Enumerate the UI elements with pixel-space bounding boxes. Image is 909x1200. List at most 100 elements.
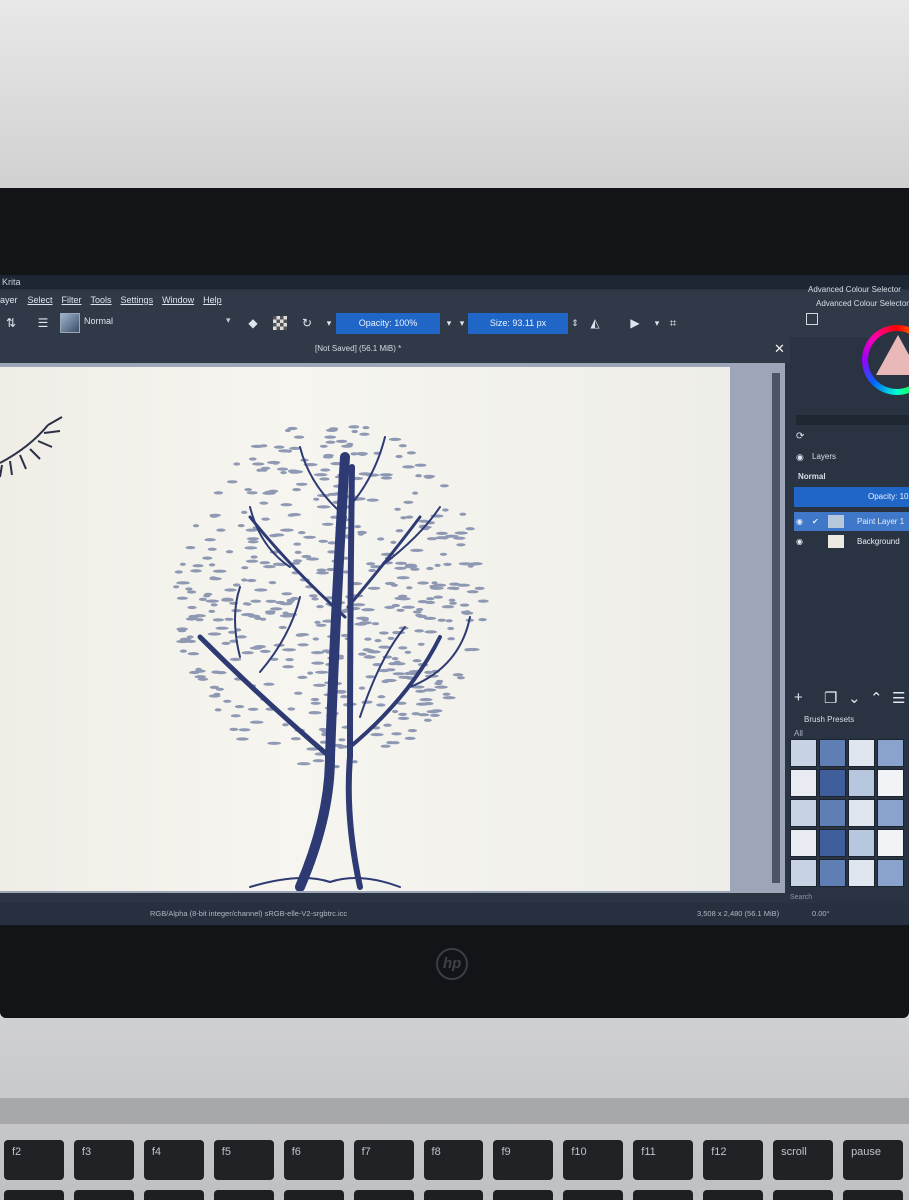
brush-preset-tile[interactable] <box>819 799 846 827</box>
mirror-vertical-icon[interactable]: ▶ <box>628 316 642 330</box>
close-document-icon[interactable]: ✕ <box>774 341 785 357</box>
swap-colors-icon[interactable]: ⇅ <box>4 316 18 330</box>
colour-triangle[interactable] <box>876 335 909 375</box>
layers-opacity-slider[interactable]: Opacity: 10 <box>794 487 909 507</box>
brush-preset-tile[interactable] <box>877 739 904 767</box>
reload-preset-icon[interactable]: ↻ <box>300 316 314 330</box>
brush-preset-tile[interactable] <box>819 829 846 857</box>
workspace-chevron-icon[interactable]: ▾ <box>322 316 336 330</box>
blend-mode-select[interactable]: Normal <box>84 316 113 326</box>
key-f5[interactable]: f5 <box>213 1140 274 1180</box>
add-layer-icon[interactable]: + <box>794 689 803 706</box>
layer-name: Background <box>857 537 900 546</box>
key-f11[interactable]: f11 <box>633 1140 694 1180</box>
foliage-stroke <box>478 618 487 622</box>
brush-preset-tile[interactable] <box>877 769 904 797</box>
refresh-icon[interactable]: ⟳ <box>796 431 804 442</box>
brush-preset-tile[interactable] <box>877 829 904 857</box>
brush-preset-tile[interactable] <box>819 739 846 767</box>
lower-key[interactable] <box>423 1190 484 1200</box>
size-slider[interactable]: Size: 93.11 px <box>468 313 568 334</box>
rotation-readout[interactable]: 0.00° <box>812 903 830 925</box>
brush-preset-tile[interactable] <box>790 739 817 767</box>
wrap-around-icon[interactable]: ⌗ <box>666 316 680 330</box>
size-stepper-icon[interactable]: ⇕ <box>568 316 582 330</box>
brush-preset-tile[interactable] <box>790 799 817 827</box>
brush-filter-tag[interactable]: All <box>794 729 803 738</box>
blend-mode-chevron-icon[interactable]: ▾ <box>226 315 231 326</box>
brush-preset-tile[interactable] <box>848 739 875 767</box>
layer-check-icon[interactable]: ✔ <box>812 512 819 531</box>
colour-selector-tab[interactable]: Advanced Colour Selector <box>808 285 901 294</box>
menu-help[interactable]: Help <box>203 291 222 309</box>
lower-key[interactable] <box>353 1190 414 1200</box>
lower-key[interactable] <box>493 1190 554 1200</box>
foliage-stroke <box>453 536 466 540</box>
brush-preset-thumbnail[interactable] <box>60 313 80 333</box>
canvas-viewport[interactable] <box>0 363 785 893</box>
brush-preset-tile[interactable] <box>790 859 817 887</box>
key-f4[interactable]: f4 <box>143 1140 204 1180</box>
move-layer-up-icon[interactable]: ⌃ <box>870 689 883 707</box>
menu-settings[interactable]: Settings <box>121 291 154 309</box>
brush-preset-tile[interactable] <box>790 829 817 857</box>
mirror-chevron-icon[interactable]: ▾ <box>650 316 664 330</box>
menu-select[interactable]: Select <box>28 291 53 309</box>
brush-preset-tile[interactable] <box>877 859 904 887</box>
duplicate-layer-icon[interactable]: ❐ <box>824 689 837 707</box>
brush-search-label[interactable]: Search <box>790 894 812 901</box>
mirror-horizontal-icon[interactable]: ◭ <box>588 316 602 330</box>
key-f7[interactable]: f7 <box>353 1140 414 1180</box>
layer-row-background[interactable]: ◉ Background <box>794 532 909 551</box>
key-f8[interactable]: f8 <box>423 1140 484 1180</box>
menu-tools[interactable]: Tools <box>91 291 112 309</box>
lower-key[interactable] <box>143 1190 204 1200</box>
visibility-eye-icon[interactable]: ◉ <box>796 532 803 551</box>
visibility-eye-icon[interactable]: ◉ <box>796 512 803 531</box>
key-f9[interactable]: f9 <box>493 1140 554 1180</box>
lower-key[interactable] <box>843 1190 903 1200</box>
key-f6[interactable]: f6 <box>283 1140 344 1180</box>
brush-preset-tile[interactable] <box>848 769 875 797</box>
lower-key[interactable] <box>633 1190 694 1200</box>
brush-preset-tile[interactable] <box>790 769 817 797</box>
eraser-icon[interactable]: ◆ <box>246 316 260 330</box>
layer-row-paint[interactable]: ◉ ✔ Paint Layer 1 <box>794 512 909 531</box>
brush-preset-tile[interactable] <box>819 769 846 797</box>
layer-properties-icon[interactable]: ☰ <box>892 689 905 707</box>
lower-key[interactable] <box>703 1190 764 1200</box>
layers-blend-mode[interactable]: Normal <box>798 472 826 481</box>
brush-preset-tile[interactable] <box>877 799 904 827</box>
key-f10[interactable]: f10 <box>563 1140 624 1180</box>
lower-key[interactable] <box>73 1190 134 1200</box>
brush-preset-tile[interactable] <box>848 799 875 827</box>
flow-chevron-icon[interactable]: ▾ <box>455 316 469 330</box>
menu-filter[interactable]: Filter <box>62 291 82 309</box>
lower-key[interactable] <box>283 1190 344 1200</box>
key-scroll[interactable]: scroll <box>773 1140 834 1180</box>
opacity-slider[interactable]: Opacity: 100% <box>336 313 440 334</box>
key-pause[interactable]: pause <box>843 1140 903 1180</box>
preserve-alpha-icon[interactable] <box>273 316 287 330</box>
key-f2[interactable]: f2 <box>4 1140 64 1180</box>
vertical-scrollbar[interactable] <box>772 373 780 883</box>
opacity-chevron-icon[interactable]: ▾ <box>442 316 456 330</box>
brush-preset-tile[interactable] <box>819 859 846 887</box>
key-f3[interactable]: f3 <box>73 1140 134 1180</box>
document-title[interactable]: [Not Saved] (56.1 MiB) * <box>315 344 401 353</box>
edit-brush-settings-icon[interactable]: ☰ <box>36 316 50 330</box>
foliage-stroke <box>376 703 386 707</box>
key-f12[interactable]: f12 <box>703 1140 764 1180</box>
brush-preset-tile[interactable] <box>848 859 875 887</box>
foliage-stroke <box>358 652 367 656</box>
lower-key[interactable] <box>4 1190 64 1200</box>
menu-window[interactable]: Window <box>162 291 194 309</box>
move-layer-down-icon[interactable]: ⌄ <box>848 689 861 707</box>
colour-settings-icon[interactable] <box>806 313 818 325</box>
lower-key[interactable] <box>563 1190 624 1200</box>
foliage-stroke <box>379 473 393 477</box>
lower-key[interactable] <box>773 1190 834 1200</box>
brush-preset-tile[interactable] <box>848 829 875 857</box>
lower-key[interactable] <box>213 1190 274 1200</box>
menu-layer[interactable]: ayer <box>0 291 18 309</box>
